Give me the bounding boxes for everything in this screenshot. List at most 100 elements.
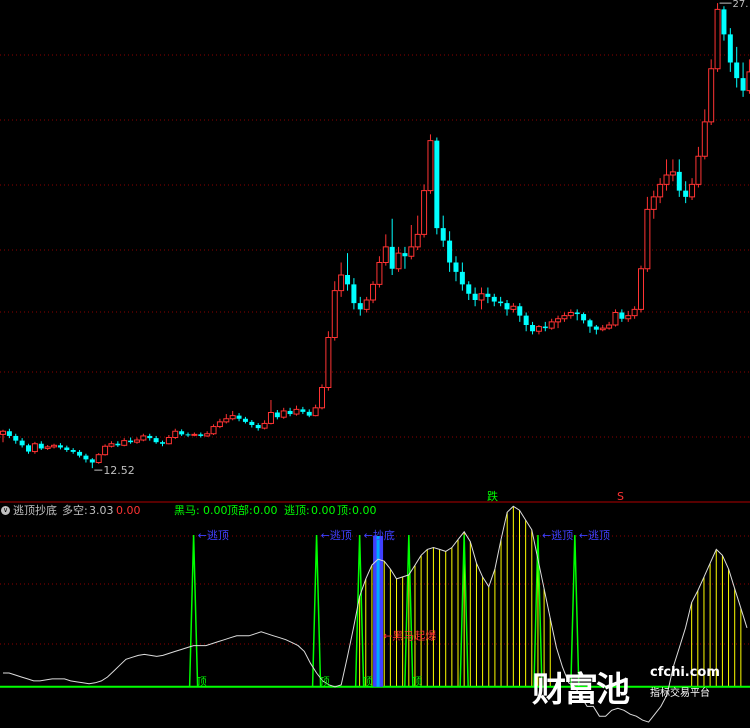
candle-body-down [64,447,70,450]
candle-body-up [567,312,574,317]
candle-body-down [287,410,293,415]
candle-body-down [734,62,740,79]
candle-body-up [95,454,102,463]
candle-body-down [683,190,689,197]
candle-body-up [638,268,644,310]
candle-body-down [740,78,746,91]
candle-body-up [51,444,58,448]
candle-body-down [402,253,408,257]
candle-body-up [280,410,287,418]
taoding-spike [188,534,199,688]
candle-body-down [128,440,134,443]
candle-body-up [689,183,696,198]
candle-body-down [530,325,536,332]
candle-body-up [561,315,568,320]
candle-body-up [319,387,325,409]
taoding-spike [311,534,322,688]
candle-body-up [510,305,517,310]
heima-value: 0.00 [203,504,228,517]
candle-body-up [338,274,345,292]
candle-body-up [714,8,721,70]
candle-body-up [172,430,179,438]
ding-value: 0.00 [352,504,377,517]
candle-body-down [306,411,312,416]
signal-label: ←逃顶 [321,529,352,542]
candle-body-down [70,450,76,452]
candle-body-down [574,312,580,315]
candle-body-down [26,445,32,452]
candle-body-down [6,431,12,436]
candle-body-up [555,318,562,323]
candle-body-up [395,252,402,270]
indicator-menu-icon[interactable]: ∨ [1,506,10,515]
candle-body-up [376,262,383,285]
candle-body-down [466,284,472,294]
candle-body-down [89,459,95,463]
candle-body-down [153,438,159,443]
candle-body-up [102,445,109,456]
candle-body-down [389,246,395,269]
candle-body-up [669,171,676,176]
candle-body-down [38,443,44,449]
candle-body-up [229,415,236,420]
candle-body-up [191,433,198,436]
candle-body-down [542,326,548,329]
candle-body-down [345,275,351,285]
signal-label: ←逃顶 [579,529,610,542]
candle-body-up [0,430,6,435]
ding-label: 顶 [363,676,373,688]
candle-body-up [204,433,211,437]
candle-body-up [331,290,338,338]
candle-body-down [300,409,306,412]
candle-body-up [606,324,613,329]
candle-body-up [140,435,147,441]
candle-body-down [523,315,529,325]
candle-body-up [612,312,619,326]
candle-body-down [727,34,733,63]
watermark-domain: cfchi.com [650,665,720,680]
candle-body-up [121,440,128,446]
watermark-brand: 财富池 [532,670,630,710]
candle-body-down [440,228,446,241]
duokong-label: 多空: [62,504,88,517]
candle-body-down [504,303,510,310]
candle-body-down [236,415,242,419]
candle-body-up [663,174,670,185]
candle-body-up [548,321,555,329]
candle-body-up [408,246,415,257]
blank-value: 0.00 [116,504,141,517]
candle-body-down [255,425,261,429]
candle-body-up [421,190,428,235]
high-price-label: 27. [733,0,749,10]
candle-body-up [695,155,702,185]
candle-body-up [108,443,115,447]
watermark-tagline: 指标交易平台 [650,688,710,699]
candle-body-down [485,293,491,297]
candle-body-down [19,440,25,446]
candle-body-up [599,327,606,331]
candle-body-down [587,320,593,327]
candle-body-down [185,434,191,436]
heima-label: 黑马: [174,504,200,517]
sell-marker: S [617,490,624,503]
candle-body-up [625,315,632,320]
candle-body-up [44,446,51,449]
dingbu-label: 顶部: [227,504,253,517]
candle-body-down [459,271,465,285]
candle-body-up [325,337,332,388]
taoding-value: 0.00 [311,504,336,517]
die-marker: 跌 [487,489,498,503]
candle-body-up [650,196,657,210]
candle-body-up [165,437,172,445]
candle-body-up [312,407,319,417]
ding-label: 顶 [320,676,330,688]
candle-body-up [657,183,664,198]
candle-body-up [427,140,434,192]
candle-body-up [223,418,230,423]
candle-body-down [581,314,587,321]
heima-signal-core [376,536,380,687]
candle-body-down [57,445,63,448]
candle-body-down [619,312,625,319]
candle-body-down [179,431,185,435]
low-price-label: 12.52 [103,464,135,477]
